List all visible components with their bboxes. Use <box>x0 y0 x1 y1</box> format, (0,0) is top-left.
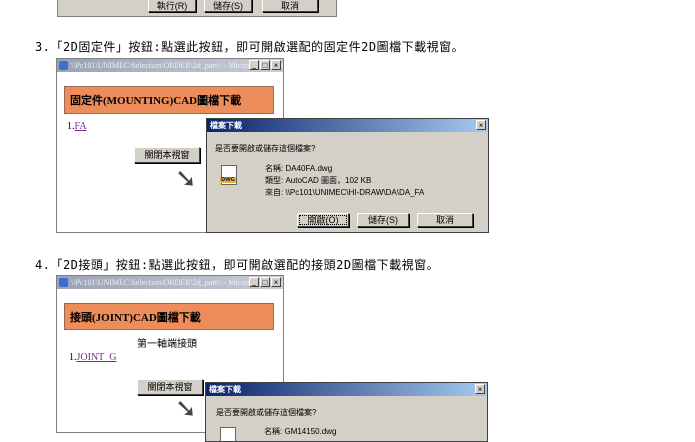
ie-logo-icon <box>59 61 68 70</box>
cancel-button[interactable]: 取消 <box>417 213 473 227</box>
open-button[interactable]: 開啟(O) <box>297 213 349 227</box>
dwg-file-icon: DWG <box>220 165 237 185</box>
step-4-instruction: 4.「2D接頭」按鈕:點選此按鈕，即可開啟選配的接頭2D圖檔下載視窗。 <box>35 258 440 272</box>
maximize-icon[interactable]: □ <box>260 277 270 287</box>
file-name: DA40FA.dwg <box>285 164 333 173</box>
file-link[interactable]: JOINT_G <box>77 352 117 363</box>
dialog-question: 是否要開啟或儲存這個檔案? <box>215 144 316 153</box>
close-icon[interactable]: × <box>476 120 486 130</box>
name-label: 名稱: <box>264 427 283 436</box>
section-subtitle: 第一軸端接頭 <box>137 339 197 350</box>
dialog-title: 檔案下載 <box>209 385 241 394</box>
dialog-titlebar: 檔案下載 × <box>207 119 488 132</box>
dialog-question: 是否要開啟或儲存這個檔案? <box>216 408 317 417</box>
file-info: 名稱: DA40FA.dwg 類型: AutoCAD 圖面，102 KB 來自:… <box>265 163 424 199</box>
minimize-icon[interactable]: _ <box>249 277 259 287</box>
cancel-button[interactable]: 取消 <box>262 0 318 12</box>
run-button[interactable]: 執行(R) <box>148 0 196 12</box>
pointer-arrow-icon: ➘ <box>175 164 197 194</box>
close-window-button[interactable]: 關閉本視窗 <box>134 147 200 163</box>
save-button[interactable]: 儲存(S) <box>204 0 252 12</box>
file-download-dialog: 檔案下載 × 是否要開啟或儲存這個檔案? 名稱: GM14150.dwg <box>205 382 488 442</box>
browser-titlebar: \\Pc101\UNIMEC\Selection\ORDER\2d_part\\… <box>57 59 283 72</box>
dwg-label: DWG <box>220 177 236 183</box>
page-banner: 接頭(JOINT)CAD圖檔下載 <box>64 303 274 330</box>
save-button[interactable]: 儲存(S) <box>357 213 409 227</box>
file-name: GM14150.dwg <box>284 427 337 436</box>
dialog-titlebar: 檔案下載 × <box>206 383 487 396</box>
file-source: \\Pc101\UNIMEC\HI-DRAW\DA\DA_FA <box>285 188 425 197</box>
link-prefix: 1. <box>69 352 77 363</box>
file-link[interactable]: FA <box>75 121 87 132</box>
file-download-dialog: 檔案下載 × 是否要開啟或儲存這個檔案? DWG 名稱: DA40FA.dwg … <box>206 118 489 233</box>
dwg-file-icon <box>220 427 236 441</box>
pointer-arrow-icon: ➘ <box>175 394 197 424</box>
close-icon[interactable]: × <box>475 384 485 394</box>
file-link-row: 1.FA <box>67 121 87 132</box>
dialog-title: 檔案下載 <box>210 121 242 130</box>
link-prefix: 1. <box>67 121 75 132</box>
ie-logo-icon <box>59 278 68 287</box>
maximize-icon[interactable]: □ <box>260 60 270 70</box>
name-label: 名稱: <box>265 164 284 173</box>
browser-titlebar: \\Pc101\UNIMEC\Selection\ORDER\2d_part\\… <box>57 276 283 289</box>
close-window-button[interactable]: 關閉本視窗 <box>137 379 203 395</box>
from-label: 來自: <box>265 188 284 197</box>
file-type: AutoCAD 圖面，102 KB <box>285 176 372 185</box>
previous-dialog-fragment: 執行(R) 儲存(S) 取消 <box>57 0 337 17</box>
type-label: 類型: <box>265 176 284 185</box>
close-icon[interactable]: × <box>271 60 281 70</box>
file-link-row: 1.JOINT_G <box>69 352 117 363</box>
step-3-instruction: 3.「2D固定件」按鈕:點選此按鈕，即可開啟選配的固定件2D圖檔下載視窗。 <box>35 40 465 54</box>
file-info: 名稱: GM14150.dwg <box>264 426 337 437</box>
close-icon[interactable]: × <box>271 277 281 287</box>
minimize-icon[interactable]: _ <box>249 60 259 70</box>
page-banner: 固定件(MOUNTING)CAD圖檔下載 <box>64 86 274 114</box>
